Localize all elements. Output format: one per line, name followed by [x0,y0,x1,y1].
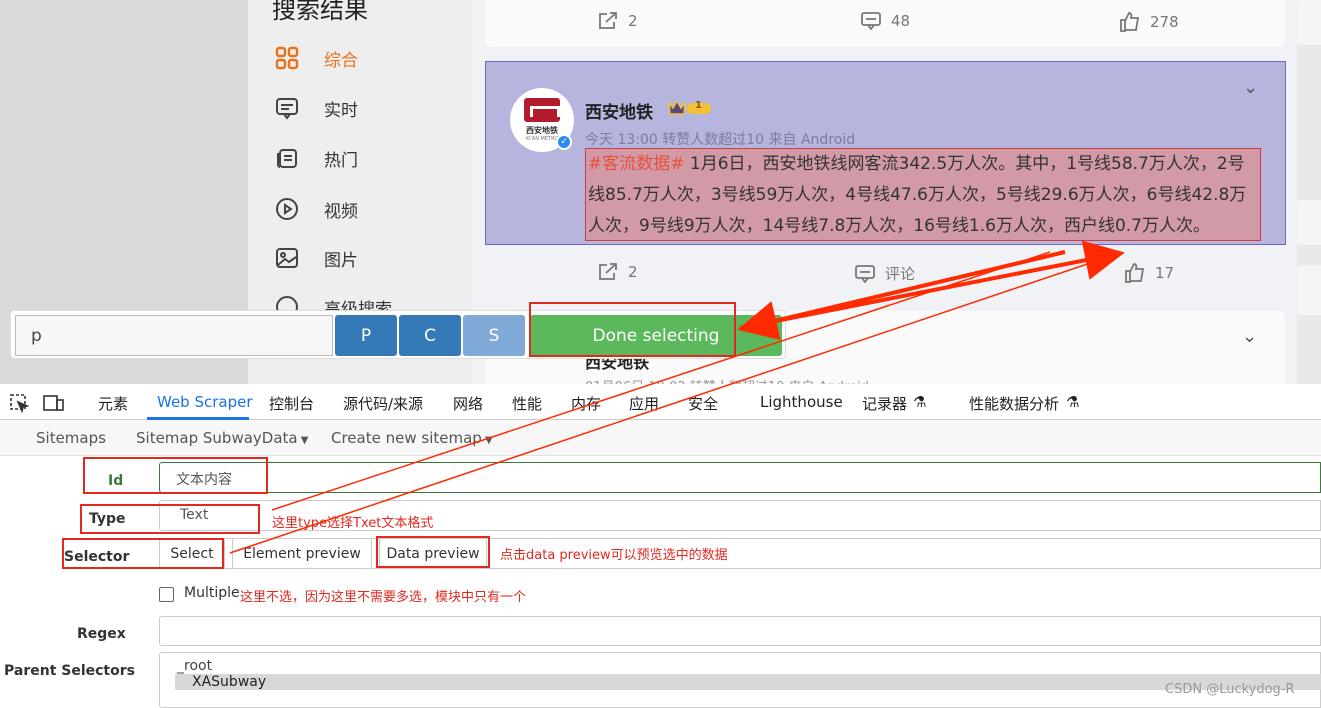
parent-option-xasubway[interactable]: XASubway [175,674,1321,690]
grid-icon [274,45,300,71]
annotation-box-type [80,504,260,534]
image-icon [274,245,300,271]
share-action[interactable]: 2 [598,12,638,30]
tab-performance-insights[interactable]: 性能数据分析 [969,393,1059,414]
tab-lighthouse[interactable]: Lighthouse [760,393,843,411]
select-mode-button[interactable]: S [463,315,525,356]
scraper-subnav: Sitemaps Sitemap SubwayData ▼ Create new… [0,420,1321,456]
chevron-down-icon[interactable]: ⌄ [1243,77,1258,98]
annotation-box-selector [62,538,224,569]
play-icon [274,196,300,222]
previous-post-card: 2 48 278 [485,0,1285,47]
thumbs-up-icon [1120,12,1140,32]
tab-elements[interactable]: 元素 [98,393,128,414]
tab-application[interactable]: 应用 [629,393,659,414]
annotation-preview-note: 点击data preview可以预览选中的数据 [500,548,728,563]
multiple-checkbox[interactable] [159,587,174,602]
devtools-tab-bar: 元素 Web Scraper 控制台 源代码/来源 网络 性能 内存 应用 安全… [0,384,1321,420]
message-icon [274,95,300,121]
annotation-box-done [529,302,736,357]
caret-down-icon: ▼ [481,435,493,446]
hashtag-link[interactable]: #客流数据# [588,154,685,174]
share-count: 2 [628,263,638,281]
annotation-box-id [83,457,268,494]
avatar-subcaption: XI'AN METRO [525,136,559,142]
parent-selectors-label: Parent Selectors [4,663,135,679]
comment-label: 评论 [885,265,916,283]
sidebar-item-realtime[interactable]: 实时 [274,93,358,123]
element-preview-button[interactable]: Element preview [232,538,372,569]
like-action[interactable]: 17 [1125,263,1174,283]
id-field[interactable]: 文本内容 [159,462,1321,493]
sidebar-item-comprehensive[interactable]: 综合 [274,43,358,73]
sidebar-item-label: 图片 [324,250,358,271]
thumbs-up-icon [1125,263,1145,283]
flask-icon: ⚗ [913,393,927,411]
sitemap-dropdown[interactable]: Sitemap SubwayData ▼ [136,429,308,447]
annotation-box-data-preview [376,536,490,568]
sidebar-item-label: 视频 [324,201,358,222]
share-count: 2 [628,12,638,30]
multiple-label: Multiple [184,585,240,601]
sidebar-item-label: 热门 [324,150,358,171]
regex-label: Regex [77,626,126,642]
selector-input[interactable] [15,315,333,356]
like-count: 17 [1155,264,1175,282]
create-sitemap-label: Create new sitemap [331,429,482,447]
share-icon [598,12,618,30]
post-body-text: 1月6日，西安地铁线网客流342.5万人次。其中，1号线58.7万人次，2号线8… [588,154,1247,236]
verified-icon: ✓ [556,134,572,150]
sidebar-item-images[interactable]: 图片 [274,243,358,273]
crown-badge-icon: 1 [668,99,714,117]
sitemap-dropdown-label: Sitemap SubwayData [136,429,298,447]
tab-memory[interactable]: 内存 [571,393,601,414]
caret-down-icon: ▼ [297,435,309,446]
comment-count: 48 [891,12,911,30]
share-action[interactable]: 2 [598,263,638,281]
watermark: CSDN @Luckydog-R [1165,682,1295,697]
inspect-element-icon[interactable] [9,393,30,417]
tab-performance[interactable]: 性能 [512,393,542,414]
sidebar-item-label: 实时 [324,100,358,121]
sidebar-item-video[interactable]: 视频 [274,194,358,224]
tab-web-scraper[interactable]: Web Scraper [157,393,253,411]
parent-selector-button[interactable]: P [335,315,397,356]
tab-sources[interactable]: 源代码/来源 [343,393,423,414]
hot-icon [274,145,300,171]
page-title: 搜索结果 [272,0,368,24]
flask-icon: ⚗ [1066,393,1080,411]
post-meta: 01月06日 10:02 转赞人数超过10 来自 Android [585,376,869,384]
child-selector-button[interactable]: C [399,315,461,356]
device-toolbar-icon[interactable] [43,393,65,417]
right-margin [1297,0,1321,384]
share-icon [598,263,618,281]
like-count: 278 [1150,13,1179,31]
sidebar-item-hot[interactable]: 热门 [274,143,358,173]
parent-selectors-list[interactable]: _root XASubway [159,652,1321,708]
xian-metro-logo [524,98,560,122]
sidebar-item-label: 综合 [324,50,358,71]
post-meta: 今天 13:00 转赞人数超过10 来自 Android [585,132,856,148]
sitemaps-link[interactable]: Sitemaps [36,429,106,447]
comment-icon [861,12,881,30]
create-sitemap-dropdown[interactable]: Create new sitemap ▼ [331,429,493,447]
post-author[interactable]: 西安地铁 [585,98,653,123]
tab-console[interactable]: 控制台 [269,393,314,414]
comment-icon [855,264,875,283]
tab-recorder[interactable]: 记录器 [862,393,907,414]
tab-security[interactable]: 安全 [688,393,718,414]
avatar-caption: 西安地铁 [526,126,558,135]
tab-network[interactable]: 网络 [453,393,483,414]
comment-action[interactable]: 评论 [855,263,915,284]
like-action[interactable]: 278 [1120,12,1179,32]
comment-action[interactable]: 48 [861,12,910,30]
annotation-type-note: 这里type选择Txet文本格式 [272,516,434,531]
regex-input[interactable] [159,616,1321,646]
selected-post-card[interactable]: 西安地铁 XI'AN METRO ✓ 西安地铁 1 今天 13:00 转赞人数超… [485,61,1286,245]
post-content[interactable]: #客流数据# 1月6日，西安地铁线网客流342.5万人次。其中，1号线58.7万… [585,148,1261,241]
level-badge: 1 [695,100,702,111]
parent-option-root[interactable]: _root [160,658,1320,674]
chevron-down-icon[interactable]: ⌄ [1242,326,1257,347]
annotation-multiple-note: 这里不选，因为这里不需要多选，模块中只有一个 [240,590,527,605]
